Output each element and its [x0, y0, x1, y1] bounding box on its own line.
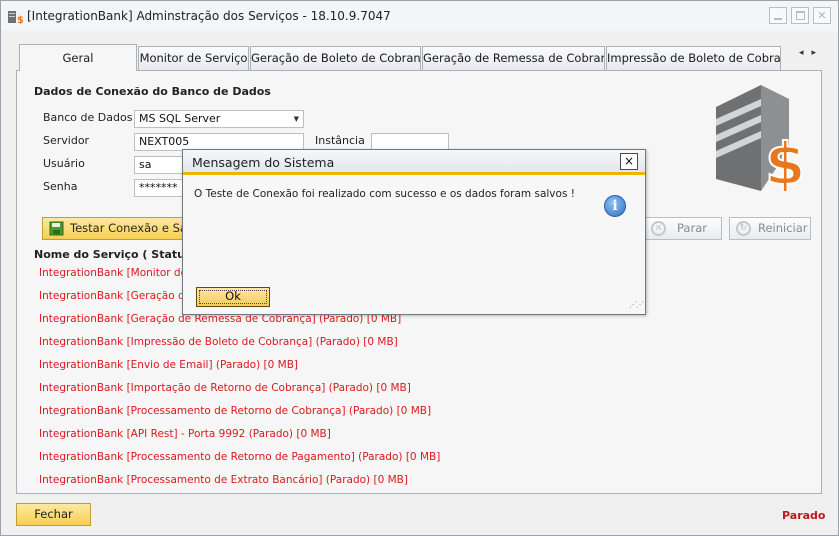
maximize-icon: [796, 11, 805, 20]
tab-monitor-servico[interactable]: Monitor de Serviço: [138, 46, 249, 70]
window-title: [IntegrationBank] Adminstração dos Servi…: [27, 9, 391, 23]
service-item[interactable]: IntegrationBank [Processamento de Retorn…: [39, 405, 431, 417]
chevron-down-icon: ▼: [293, 115, 299, 123]
parar-button[interactable]: × Parar: [644, 217, 722, 240]
resize-grip-icon[interactable]: ⋰⋰: [629, 300, 644, 309]
test-connection-button[interactable]: Testar Conexão e Salvar: [42, 217, 209, 240]
service-item[interactable]: IntegrationBank [API Rest] - Porta 9992 …: [39, 428, 331, 440]
tab-strip: Geral Monitor de Serviço Geração de Bole…: [19, 44, 824, 71]
tab-geracao-remessa[interactable]: Geração de Remessa de Cobrança: [422, 46, 605, 70]
service-item[interactable]: IntegrationBank [Impressão de Boleto de …: [39, 336, 398, 348]
maximize-button[interactable]: [791, 7, 809, 24]
minimize-button[interactable]: [769, 7, 787, 24]
reiniciar-label: Reiniciar: [758, 221, 808, 235]
servidor-label: Servidor: [43, 134, 90, 147]
tab-impressao-boleto[interactable]: Impressão de Boleto de Cobrança: [606, 46, 781, 70]
close-icon: ×: [623, 154, 635, 168]
close-icon: ✕: [817, 9, 827, 22]
svg-text:$: $: [17, 15, 23, 24]
db-section-title: Dados de Conexão do Banco de Dados: [34, 85, 271, 98]
tab-geral[interactable]: Geral: [19, 44, 137, 71]
dialog-close-button[interactable]: ×: [620, 153, 638, 170]
title-bar: $ [IntegrationBank] Adminstração dos Ser…: [1, 1, 838, 31]
banco-label: Banco de Dados: [43, 111, 133, 124]
close-window-button[interactable]: ✕: [813, 7, 831, 24]
banco-select-value: MS SQL Server: [139, 112, 221, 125]
message-dialog: Mensagem do Sistema × O Teste de Conexão…: [182, 149, 646, 315]
app-logo-icon: $: [8, 11, 23, 24]
service-item[interactable]: IntegrationBank [Processamento de Retorn…: [39, 451, 440, 463]
service-item[interactable]: IntegrationBank [Envio de Email] (Parado…: [39, 359, 298, 371]
senha-label: Senha: [43, 180, 78, 193]
service-item[interactable]: IntegrationBank [Importação de Retorno d…: [39, 382, 411, 394]
stop-icon: ×: [651, 221, 666, 236]
fechar-button[interactable]: Fechar: [16, 503, 91, 526]
restart-icon: ↻: [736, 221, 751, 236]
status-text: Parado: [782, 509, 826, 522]
dialog-message: O Teste de Conexão foi realizado com suc…: [194, 188, 575, 200]
minimize-icon: [774, 18, 782, 20]
instancia-label: Instância: [315, 134, 365, 147]
dialog-title: Mensagem do Sistema: [192, 155, 335, 170]
tab-scroll-arrows-icon[interactable]: ◂▸: [799, 48, 824, 58]
app-window: $ [IntegrationBank] Adminstração dos Ser…: [0, 0, 839, 536]
integrationbank-logo: $: [716, 85, 806, 191]
banco-select[interactable]: MS SQL Server ▼: [134, 110, 304, 128]
dialog-title-bar: Mensagem do Sistema ×: [183, 150, 645, 175]
info-icon: i: [604, 195, 626, 217]
parar-label: Parar: [677, 221, 707, 235]
tab-geracao-boleto[interactable]: Geração de Boleto de Cobrança: [250, 46, 421, 70]
service-item[interactable]: IntegrationBank [Processamento de Extrat…: [39, 474, 408, 486]
reiniciar-button[interactable]: ↻ Reiniciar: [729, 217, 811, 240]
usuario-label: Usuário: [43, 157, 85, 170]
save-check-icon: [49, 221, 64, 236]
ok-button[interactable]: Ok: [196, 287, 270, 307]
svg-text:$: $: [765, 130, 805, 191]
